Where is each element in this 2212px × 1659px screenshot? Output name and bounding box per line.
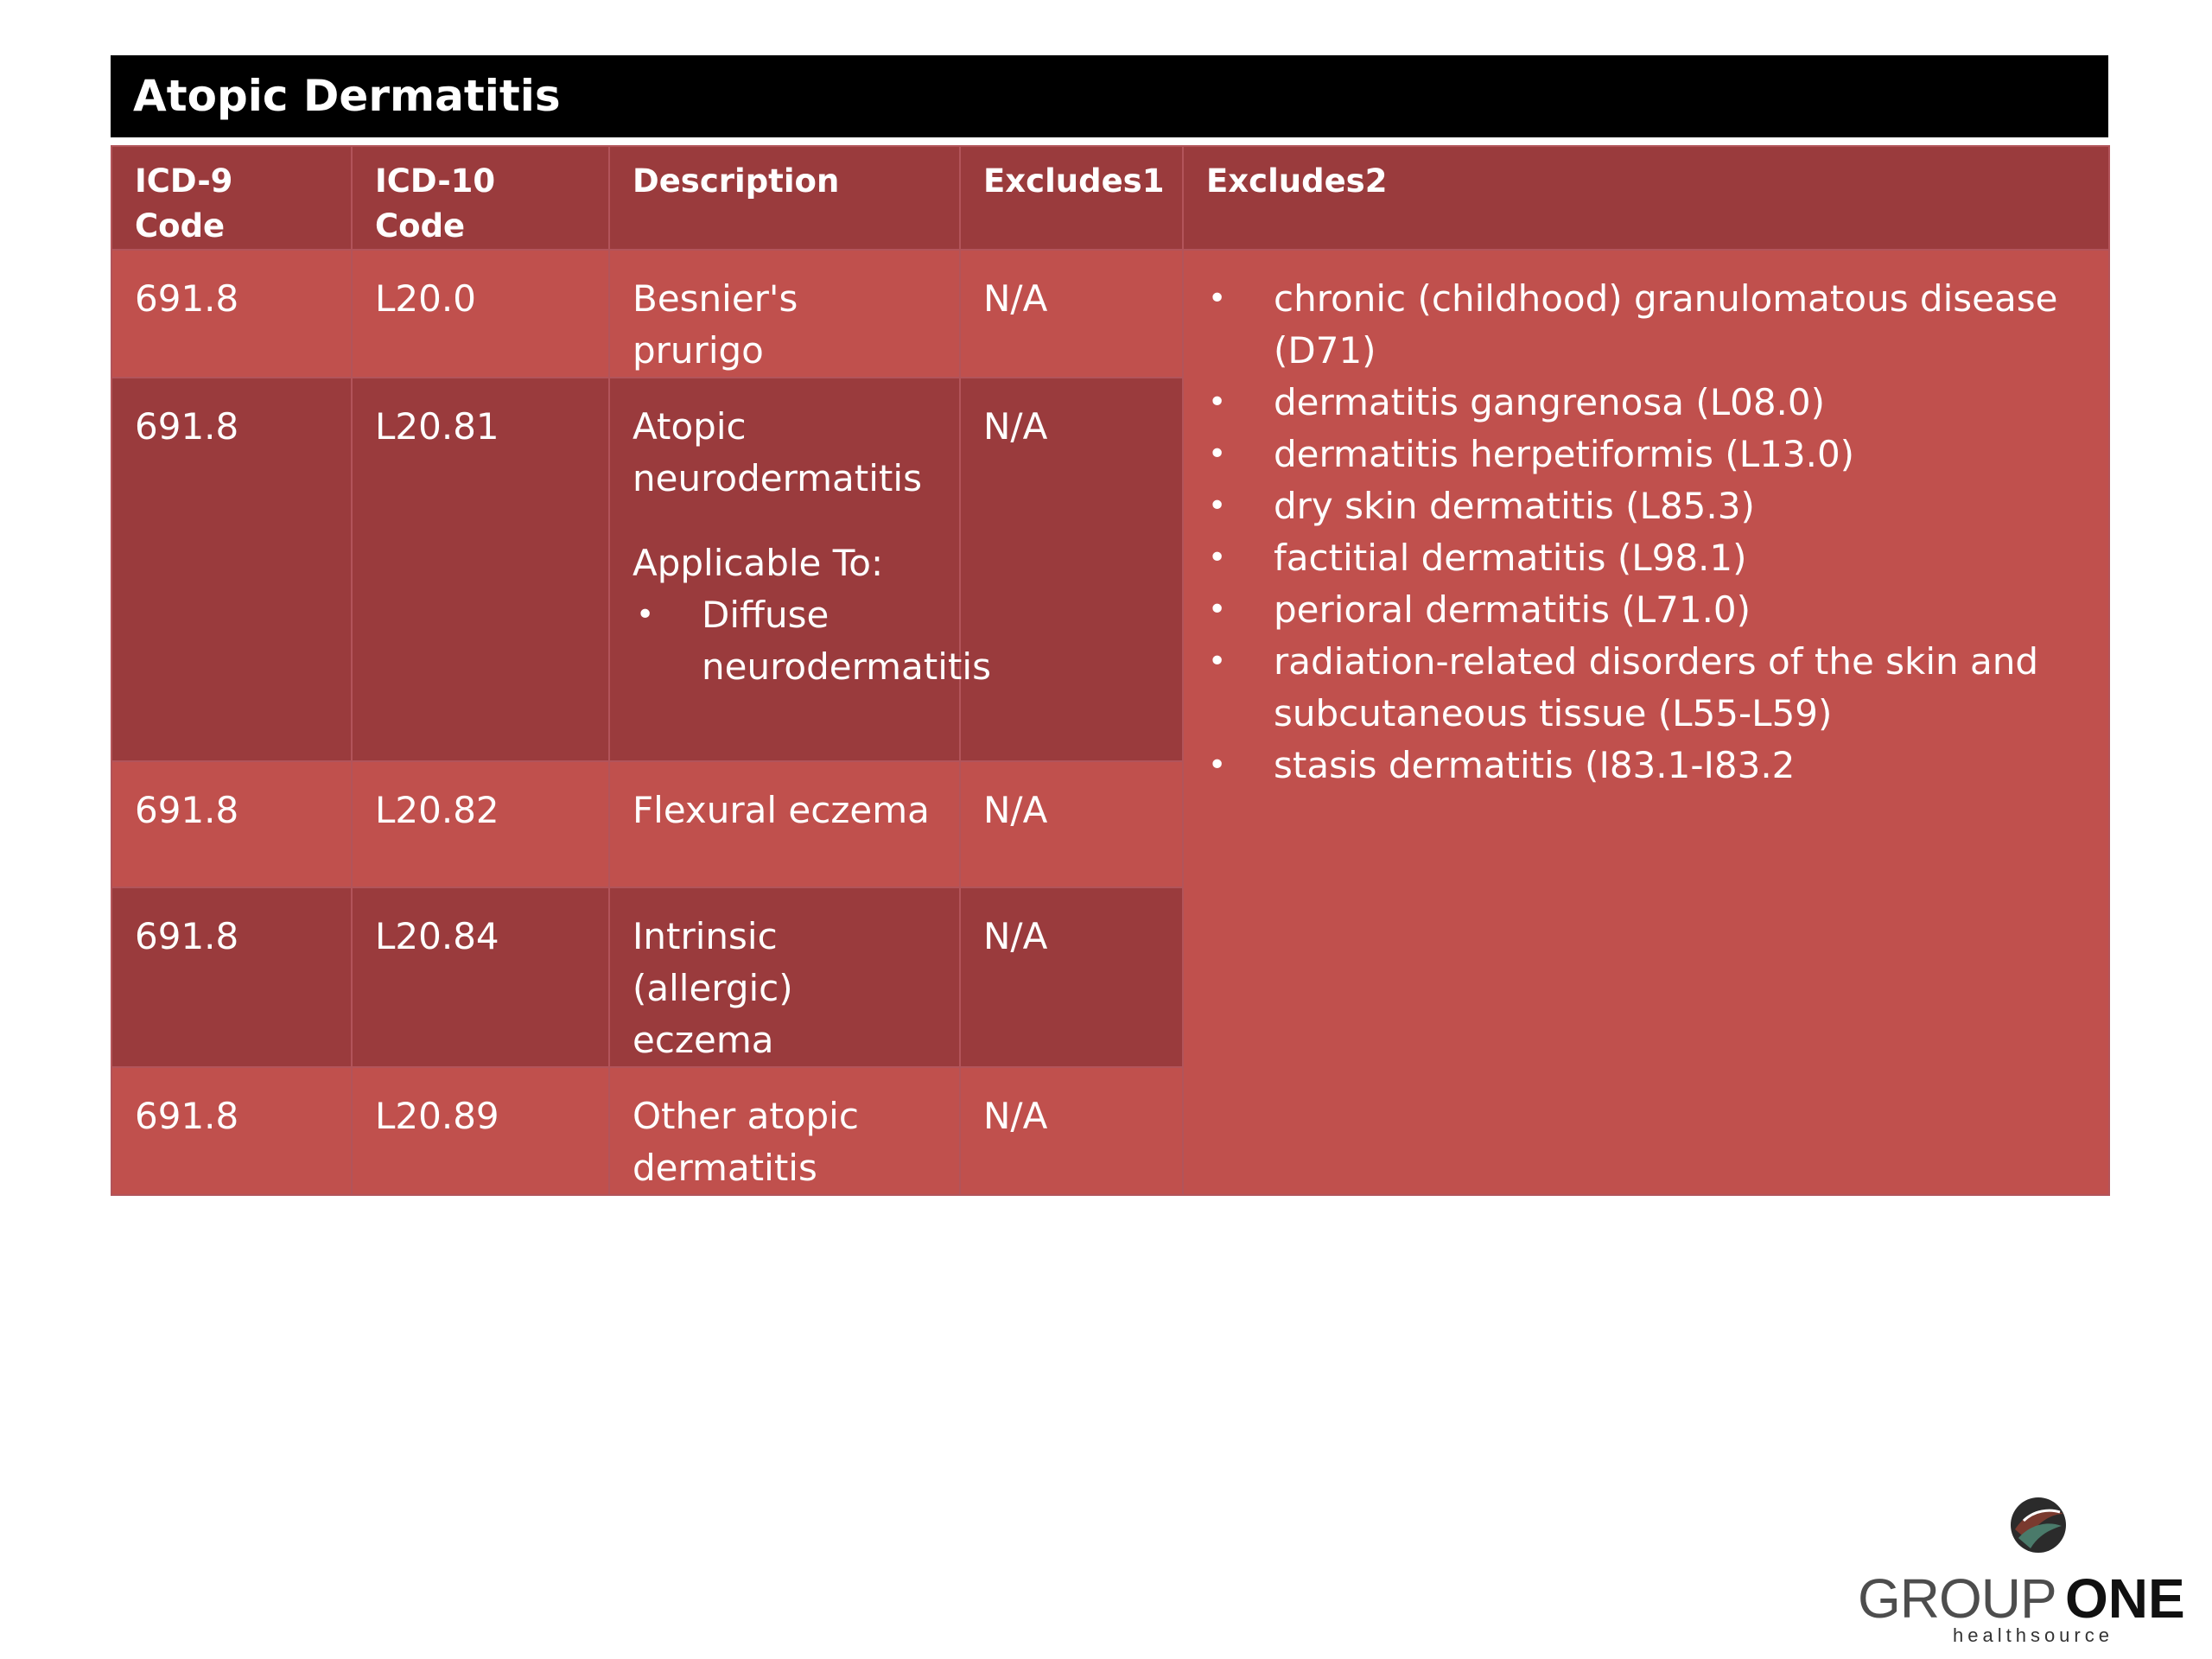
slide: Atopic Dermatitis ICD-9 Code ICD-10 Code…	[0, 0, 2212, 1659]
applicable-to-list: Diffuse neurodermatitis	[632, 589, 991, 693]
excludes2-item: stasis dermatitis (I83.1-I83.2	[1205, 740, 2088, 791]
excludes2-list: chronic (childhood) granulomatous diseas…	[1205, 273, 2088, 791]
col-header-excludes2: Excludes2	[1182, 145, 2110, 251]
page-title: Atopic Dermatitis	[133, 71, 561, 121]
excludes2-item: dermatitis gangrenosa (L08.0)	[1205, 377, 2088, 429]
excludes2-item: dermatitis herpetiformis (L13.0)	[1205, 429, 2088, 480]
cell-description: Intrinsic (allergic) eczema	[608, 887, 961, 1068]
col-header-description: Description	[608, 145, 961, 251]
excludes2-item: radiation-related disorders of the skin …	[1205, 636, 2088, 740]
cell-icd10: L20.0	[351, 249, 610, 378]
cell-icd9: 691.8	[111, 1066, 353, 1196]
col-header-excludes1: Excludes1	[959, 145, 1184, 251]
cell-icd10: L20.89	[351, 1066, 610, 1196]
cell-icd9: 691.8	[111, 249, 353, 378]
excludes2-item: chronic (childhood) granulomatous diseas…	[1205, 273, 2088, 377]
cell-excludes1: N/A	[959, 377, 1184, 762]
cell-icd9: 691.8	[111, 377, 353, 762]
codes-table: ICD-9 Code ICD-10 Code Description Exclu…	[111, 145, 2110, 1196]
cell-icd9: 691.8	[111, 760, 353, 888]
cell-description: Besnier's prurigo	[608, 249, 961, 378]
cell-excludes1: N/A	[959, 760, 1184, 888]
cell-description: Other atopic dermatitis	[608, 1066, 961, 1196]
col-header-icd10: ICD-10 Code	[351, 145, 610, 251]
globe-swoosh-icon	[2011, 1497, 2066, 1553]
cell-excludes1: N/A	[959, 249, 1184, 378]
cell-excludes1: N/A	[959, 1066, 1184, 1196]
logo-tagline: healthsource	[1953, 1624, 2113, 1646]
col-header-icd9: ICD-9 Code	[111, 145, 353, 251]
table-header-row: ICD-9 Code ICD-10 Code Description Exclu…	[111, 145, 2110, 251]
groupone-logo: GROUP ONE healthsource	[1849, 1495, 2212, 1659]
excludes2-item: perioral dermatitis (L71.0)	[1205, 584, 2088, 636]
excludes2-item: dry skin dermatitis (L85.3)	[1205, 480, 2088, 532]
applicable-to-label: Applicable To:	[632, 542, 884, 584]
cell-description: Atopic neurodermatitis Applicable To: Di…	[608, 377, 991, 762]
excludes2-item: factitial dermatitis (L98.1)	[1205, 532, 2088, 584]
cell-icd9: 691.8	[111, 887, 353, 1068]
cell-excludes2: chronic (childhood) granulomatous diseas…	[1182, 249, 2110, 1196]
cell-icd10: L20.84	[351, 887, 610, 1068]
cell-icd10: L20.82	[351, 760, 610, 888]
logo-brand-light: GROUP	[1858, 1567, 2057, 1630]
description-text: Atopic neurodermatitis	[632, 405, 922, 499]
table-row: 691.8 L20.0 Besnier's prurigo N/A chroni…	[111, 249, 2110, 1196]
cell-icd10: L20.81	[351, 377, 610, 762]
title-bar: Atopic Dermatitis	[111, 55, 2108, 143]
cell-description: Flexural eczema	[608, 760, 961, 888]
logo-brand-bold: ONE	[2065, 1567, 2185, 1630]
cell-excludes1: N/A	[959, 887, 1184, 1068]
applicable-to-item: Diffuse neurodermatitis	[632, 589, 991, 693]
